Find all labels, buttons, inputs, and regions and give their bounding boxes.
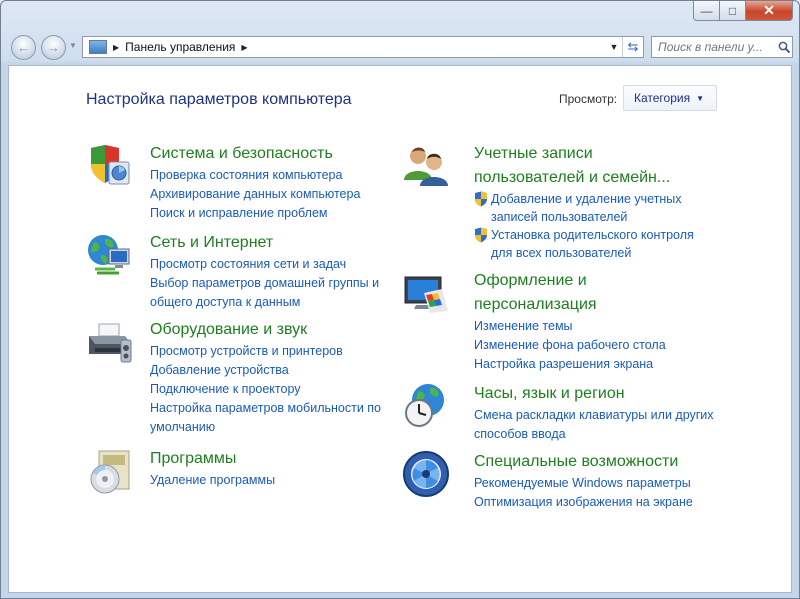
page-title: Настройка параметров компьютера <box>86 91 352 108</box>
link-change-keyboard-layout[interactable]: Смена раскладки клавиатуры или других <box>474 406 714 425</box>
refresh-icon: ⇆ <box>627 39 639 54</box>
view-by-value: Категория <box>634 91 691 105</box>
link-add-remove-accounts[interactable]: Добавление и удаление учетных записей по… <box>474 190 694 226</box>
view-by-dropdown[interactable]: Категория ▼ <box>623 85 717 111</box>
users-icon[interactable] <box>402 142 450 190</box>
address-dropdown-button[interactable]: ▼ <box>607 37 621 57</box>
link-view-devices-printers[interactable]: Просмотр устройств и принтеров <box>150 342 381 361</box>
link-connect-projector[interactable]: Подключение к проектору <box>150 380 381 399</box>
category-title-system-security[interactable]: Система и безопасность <box>150 142 360 166</box>
back-button[interactable]: ← <box>11 35 36 60</box>
category-title-programs[interactable]: Программы <box>150 447 275 471</box>
network-globe-icon[interactable] <box>85 231 133 279</box>
link-mobility-settings-default[interactable]: умолчанию <box>150 418 381 437</box>
search-icon[interactable] <box>776 41 792 54</box>
link-sharing-options[interactable]: общего доступа к данным <box>150 293 379 312</box>
monitor-palette-icon[interactable] <box>402 269 450 317</box>
recent-pages-dropdown[interactable]: ▼ <box>69 41 77 50</box>
link-parental-controls[interactable]: Установка родительского контроля для все… <box>474 226 694 262</box>
shield-icon[interactable] <box>85 142 133 190</box>
address-bar[interactable]: ▶ Панель управления ▶ ▼ ⇆ <box>82 36 644 58</box>
category-title-clock-language-region[interactable]: Часы, язык и регион <box>474 382 714 406</box>
link-backup-computer[interactable]: Архивирование данных компьютера <box>150 185 360 204</box>
control-panel-icon <box>89 40 107 54</box>
link-change-desktop-background[interactable]: Изменение фона рабочего стола <box>474 336 666 355</box>
minimize-button[interactable]: — <box>693 1 720 21</box>
category-title-user-accounts-line2[interactable]: пользователей и семейн... <box>474 166 694 190</box>
link-find-fix-problems[interactable]: Поиск и исправление проблем <box>150 204 360 223</box>
link-uninstall-program[interactable]: Удаление программы <box>150 471 275 490</box>
forward-button[interactable]: → <box>41 35 66 60</box>
link-screen-resolution[interactable]: Настройка разрешения экрана <box>474 355 666 374</box>
back-arrow-icon: ← <box>17 40 30 55</box>
programs-disc-icon[interactable] <box>85 447 133 495</box>
category-title-appearance-line1[interactable]: Оформление и <box>474 269 666 293</box>
breadcrumb-separator-icon[interactable]: ▶ <box>113 43 119 52</box>
link-parental-controls-line1[interactable]: Установка родительского контроля <box>491 226 694 244</box>
link-mobility-settings[interactable]: Настройка параметров мобильности по <box>150 399 381 418</box>
link-check-computer-status[interactable]: Проверка состояния компьютера <box>150 166 360 185</box>
category-title-user-accounts-line1[interactable]: Учетные записи <box>474 142 694 166</box>
search-box[interactable] <box>651 36 793 58</box>
chevron-down-icon: ▼ <box>696 93 705 103</box>
link-network-status[interactable]: Просмотр состояния сети и задач <box>150 255 379 274</box>
link-input-methods[interactable]: способов ввода <box>474 425 714 444</box>
clock-globe-icon[interactable] <box>402 382 450 430</box>
link-homegroup-options[interactable]: Выбор параметров домашней группы и <box>150 274 379 293</box>
link-add-device[interactable]: Добавление устройства <box>150 361 381 380</box>
category-title-ease-of-access[interactable]: Специальные возможности <box>474 450 693 474</box>
link-optimize-display[interactable]: Оптимизация изображения на экране <box>474 493 693 512</box>
caption-buttons: — □ ✕ <box>693 1 793 21</box>
link-parental-controls-line2[interactable]: для всех пользователей <box>491 244 694 262</box>
close-button[interactable]: ✕ <box>746 1 793 21</box>
printer-icon[interactable] <box>85 318 133 366</box>
control-panel-window: — □ ✕ ← → ▼ ▶ Панель управления ▶ ▼ ⇆ На… <box>0 0 800 599</box>
link-change-theme[interactable]: Изменение темы <box>474 317 666 336</box>
link-add-remove-accounts-line2[interactable]: записей пользователей <box>491 208 682 226</box>
breadcrumb-separator-icon[interactable]: ▶ <box>241 43 247 52</box>
search-input[interactable] <box>652 40 776 54</box>
maximize-button[interactable]: □ <box>720 1 746 21</box>
uac-shield-icon <box>475 227 487 243</box>
category-title-network-internet[interactable]: Сеть и Интернет <box>150 231 379 255</box>
breadcrumb-control-panel[interactable]: Панель управления <box>125 40 235 54</box>
uac-shield-icon <box>475 191 487 207</box>
category-title-appearance-line2[interactable]: персонализация <box>474 293 666 317</box>
accessibility-icon[interactable] <box>402 450 450 498</box>
link-add-remove-accounts-line1[interactable]: Добавление и удаление учетных <box>491 190 682 208</box>
category-title-hardware-sound[interactable]: Оборудование и звук <box>150 318 381 342</box>
view-by-label: Просмотр: <box>559 92 618 106</box>
link-recommended-windows-settings[interactable]: Рекомендуемые Windows параметры <box>474 474 693 493</box>
main-content: Настройка параметров компьютера Просмотр… <box>8 65 792 593</box>
forward-arrow-icon: → <box>47 40 60 55</box>
refresh-button[interactable]: ⇆ <box>622 37 643 57</box>
